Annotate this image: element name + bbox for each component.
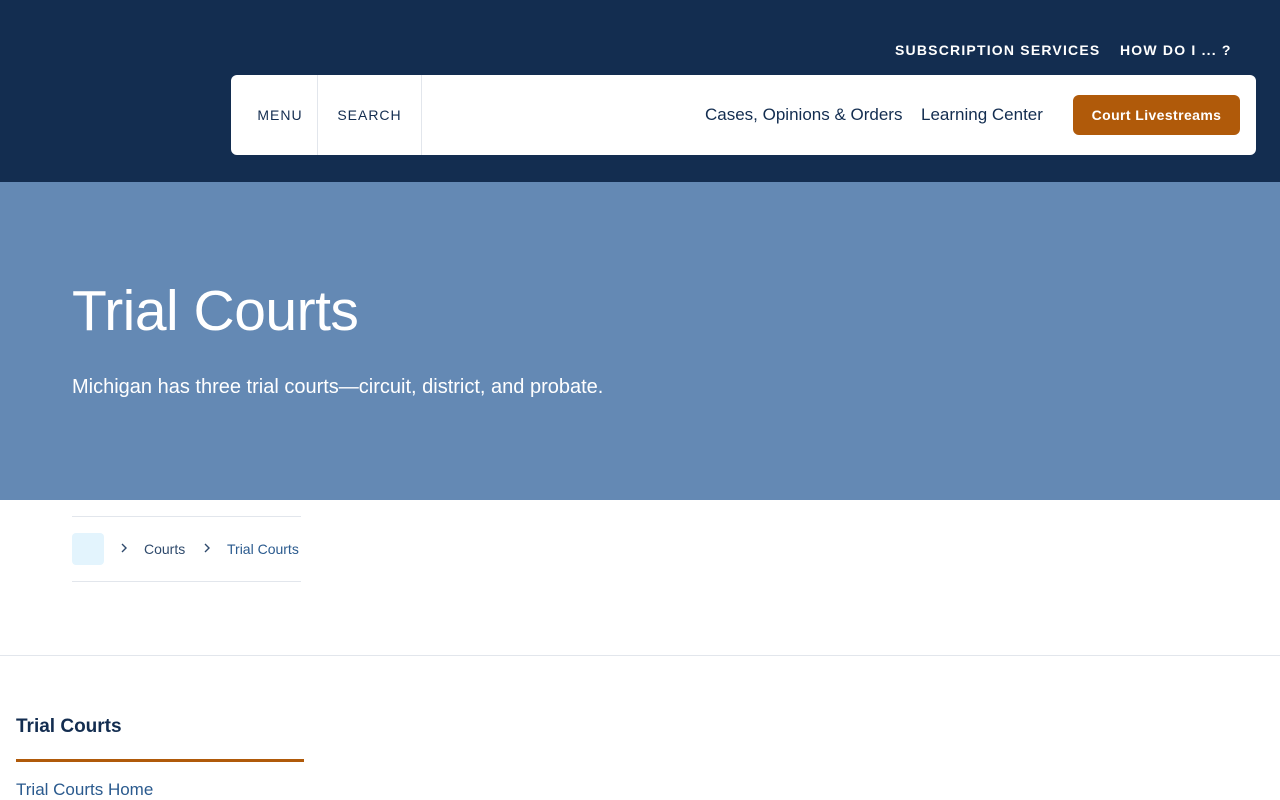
home-icon[interactable] [72,533,104,565]
nav-link-cases-opinions-orders[interactable]: Cases, Opinions & Orders [705,105,902,125]
chevron-right-icon [203,541,211,555]
chevron-right-icon [120,541,128,555]
page-subtitle: Michigan has three trial courts—circuit,… [72,376,604,398]
breadcrumb-trial-courts-link[interactable]: Trial Courts [227,541,299,557]
main-nav: MENU SEARCH Cases, Opinions & Orders Lea… [231,75,1256,155]
page-title: Trial Courts [72,279,359,343]
hero-banner: Trial Courts Michigan has three trial co… [0,182,1280,500]
site-header: SUBSCRIPTION SERVICES HOW DO I ... ? MEN… [0,0,1280,182]
section-divider [0,655,1280,656]
sidebar-item-trial-courts-home[interactable]: Trial Courts Home [16,780,153,800]
breadcrumb: Courts Trial Courts [72,516,301,582]
sidebar-title: Trial Courts [16,716,122,737]
sidebar-title-underline [16,759,304,762]
court-livestreams-button[interactable]: Court Livestreams [1073,95,1240,135]
how-do-i-link[interactable]: HOW DO I ... ? [1120,42,1232,58]
subscription-services-link[interactable]: SUBSCRIPTION SERVICES [895,42,1100,58]
nav-link-learning-center[interactable]: Learning Center [921,105,1043,125]
menu-button[interactable]: MENU [231,75,318,155]
breadcrumb-courts-link[interactable]: Courts [144,541,185,557]
search-button[interactable]: SEARCH [318,75,422,155]
